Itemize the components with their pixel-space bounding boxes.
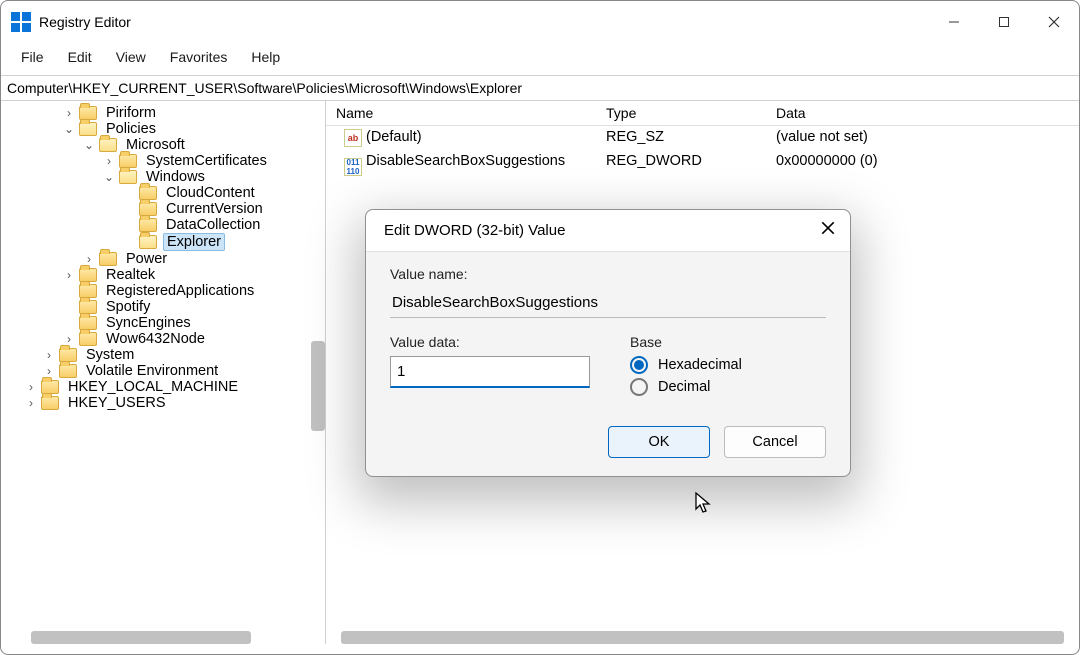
tree-item-explorer[interactable]: ·Explorer — [3, 233, 325, 251]
address-bar[interactable]: Computer\HKEY_CURRENT_USER\Software\Poli… — [1, 75, 1079, 101]
tree-item-windows[interactable]: ⌄Windows — [3, 169, 325, 185]
value-data-input[interactable] — [390, 356, 590, 388]
chevron-right-icon[interactable]: › — [81, 252, 97, 266]
ok-button[interactable]: OK — [608, 426, 710, 458]
folder-icon — [59, 348, 77, 362]
tree-item-currentversion[interactable]: ·CurrentVersion — [3, 201, 325, 217]
tree-item-regapps[interactable]: ·RegisteredApplications — [3, 283, 325, 299]
string-value-icon: ab — [344, 129, 362, 147]
col-header-type[interactable]: Type — [606, 105, 776, 121]
chevron-right-icon[interactable]: › — [41, 364, 57, 378]
radio-decimal[interactable]: Decimal — [630, 378, 742, 396]
menu-view[interactable]: View — [106, 47, 156, 67]
tree-item-cloudcontent[interactable]: ·CloudContent — [3, 185, 325, 201]
folder-icon — [119, 170, 137, 184]
folder-icon — [99, 252, 117, 266]
tree-item-microsoft[interactable]: ⌄Microsoft — [3, 137, 325, 153]
minimize-button[interactable] — [929, 3, 979, 41]
tree-item-realtek[interactable]: ›Realtek — [3, 267, 325, 283]
chevron-right-icon[interactable]: › — [61, 106, 77, 120]
tree-item-wow64[interactable]: ›Wow6432Node — [3, 331, 325, 347]
radio-checked-icon — [630, 356, 648, 374]
tree-item-spotify[interactable]: ·Spotify — [3, 299, 325, 315]
dialog-title: Edit DWORD (32-bit) Value — [384, 222, 565, 239]
folder-icon — [139, 235, 157, 249]
chevron-down-icon[interactable]: ⌄ — [81, 138, 97, 152]
menu-favorites[interactable]: Favorites — [160, 47, 238, 67]
menu-help[interactable]: Help — [241, 47, 290, 67]
radio-hexadecimal[interactable]: Hexadecimal — [630, 356, 742, 374]
tree-item-policies[interactable]: ⌄Policies — [3, 121, 325, 137]
list-row-default[interactable]: ab(Default) REG_SZ (value not set) — [326, 126, 1079, 150]
tree-item-syncengines[interactable]: ·SyncEngines — [3, 315, 325, 331]
tree-horizontal-scrollbar[interactable] — [31, 631, 251, 644]
list-row-disablesearchbox[interactable]: 011110DisableSearchBoxSuggestions REG_DW… — [326, 150, 1079, 179]
maximize-button[interactable] — [979, 3, 1029, 41]
tree-pane: ›Piriform ⌄Policies ⌄Microsoft ›SystemCe… — [1, 101, 326, 644]
titlebar: Registry Editor — [1, 1, 1079, 43]
close-button[interactable] — [1029, 3, 1079, 41]
value-data-label: Value data: — [390, 334, 590, 350]
col-header-name[interactable]: Name — [326, 105, 606, 121]
tree-item-datacollection[interactable]: ·DataCollection — [3, 217, 325, 233]
folder-icon — [79, 316, 97, 330]
tree-vertical-scrollbar[interactable] — [311, 341, 325, 431]
tree-item-systemcertificates[interactable]: ›SystemCertificates — [3, 153, 325, 169]
folder-icon — [139, 186, 157, 200]
folder-icon — [139, 202, 157, 216]
chevron-down-icon[interactable]: ⌄ — [101, 170, 117, 184]
folder-icon — [79, 332, 97, 346]
app-icon — [11, 12, 31, 32]
folder-icon — [79, 122, 97, 136]
folder-icon — [79, 106, 97, 120]
folder-icon — [41, 396, 59, 410]
cancel-button[interactable]: Cancel — [724, 426, 826, 458]
app-title: Registry Editor — [39, 14, 131, 30]
radio-unchecked-icon — [630, 378, 648, 396]
chevron-down-icon[interactable]: ⌄ — [61, 122, 77, 136]
menu-edit[interactable]: Edit — [58, 47, 102, 67]
chevron-right-icon[interactable]: › — [23, 396, 39, 410]
folder-icon — [59, 364, 77, 378]
chevron-right-icon[interactable]: › — [23, 380, 39, 394]
folder-icon — [79, 284, 97, 298]
tree-item-system[interactable]: ›System — [3, 347, 325, 363]
list-horizontal-scrollbar[interactable] — [341, 631, 1064, 644]
tree-item-hku[interactable]: ›HKEY_USERS — [3, 395, 325, 411]
folder-icon — [79, 268, 97, 282]
dialog-close-button[interactable] — [820, 220, 836, 241]
chevron-right-icon[interactable]: › — [61, 268, 77, 282]
folder-icon — [41, 380, 59, 394]
tree-item-power[interactable]: ›Power — [3, 251, 325, 267]
menubar: File Edit View Favorites Help — [1, 43, 1079, 75]
chevron-right-icon[interactable]: › — [101, 154, 117, 168]
col-header-data[interactable]: Data — [776, 105, 1079, 121]
value-name-field[interactable]: DisableSearchBoxSuggestions — [390, 288, 826, 318]
menu-file[interactable]: File — [11, 47, 54, 67]
list-header: Name Type Data — [326, 101, 1079, 126]
tree-item-piriform[interactable]: ›Piriform — [3, 105, 325, 121]
base-label: Base — [630, 334, 742, 350]
dword-value-icon: 011110 — [344, 158, 362, 176]
folder-icon — [119, 154, 137, 168]
value-name-label: Value name: — [390, 266, 826, 282]
edit-dword-dialog: Edit DWORD (32-bit) Value Value name: Di… — [365, 209, 851, 477]
chevron-right-icon[interactable]: › — [41, 348, 57, 362]
folder-icon — [139, 218, 157, 232]
chevron-right-icon[interactable]: › — [61, 332, 77, 346]
folder-icon — [79, 300, 97, 314]
folder-icon — [99, 138, 117, 152]
